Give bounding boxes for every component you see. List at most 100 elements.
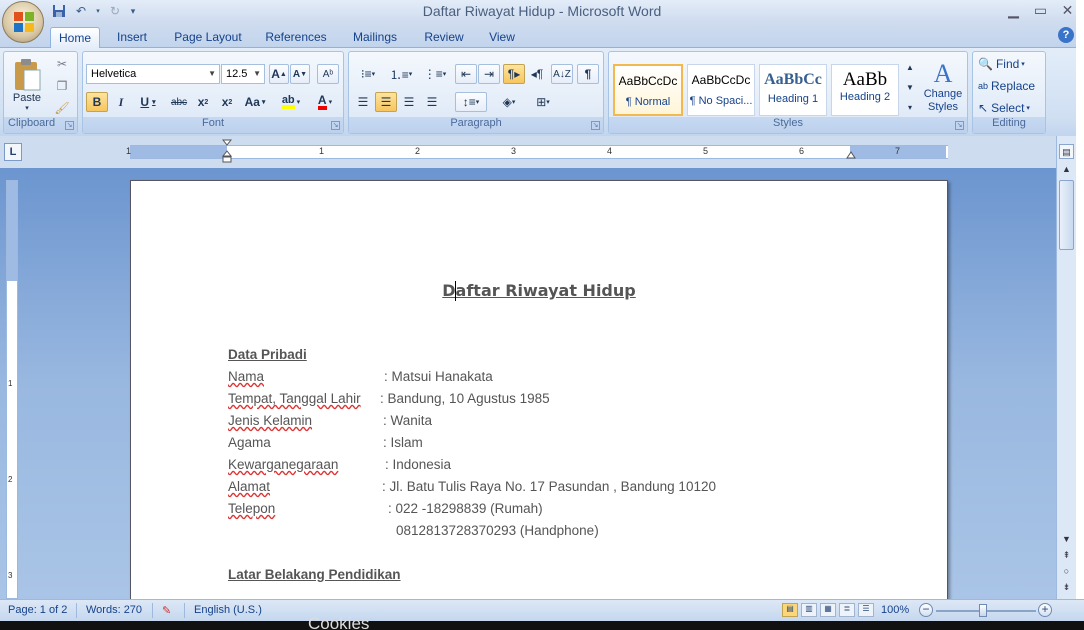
style-normal[interactable]: AaBbCcDc ¶ Normal: [613, 64, 683, 116]
align-left-button[interactable]: ☰: [352, 92, 374, 112]
document-page[interactable]: Daftar Riwayat Hidup Data Pribadi Nama :…: [130, 180, 948, 620]
cut-button[interactable]: ✂: [52, 54, 72, 74]
shading-button[interactable]: ◈ ▾: [493, 92, 525, 112]
tab-selector-button[interactable]: L: [4, 143, 22, 161]
show-formatting-button[interactable]: ¶: [577, 64, 599, 84]
styles-scroll-down-icon[interactable]: ▼: [903, 78, 917, 96]
borders-button[interactable]: ⊞ ▾: [527, 92, 559, 112]
undo-icon[interactable]: ↶: [72, 3, 90, 19]
previous-page-icon[interactable]: ⇞: [1059, 548, 1074, 563]
field-value: : Bandung, 10 Agustus 1985: [380, 391, 550, 406]
grow-font-button[interactable]: A ▲: [269, 64, 289, 84]
font-name-combo[interactable]: Helvetica ▼: [86, 64, 220, 84]
select-button[interactable]: ↖ Select ▾: [977, 98, 1043, 118]
bold-button[interactable]: B: [86, 92, 108, 112]
justify-button[interactable]: ☰: [421, 92, 443, 112]
chevron-down-icon: ▼: [253, 69, 261, 78]
office-button[interactable]: [2, 1, 44, 43]
maximize-button[interactable]: ▭: [1028, 0, 1053, 20]
zoom-in-icon[interactable]: +: [1038, 603, 1052, 617]
align-right-button[interactable]: ☰: [398, 92, 420, 112]
strikethrough-button[interactable]: abc: [167, 92, 191, 112]
line-spacing-button[interactable]: ↕≡ ▾: [455, 92, 487, 112]
full-screen-reading-icon[interactable]: ▥: [801, 603, 817, 617]
style-heading-1[interactable]: AaBbCc Heading 1: [759, 64, 827, 116]
subscript-button[interactable]: x2: [192, 92, 214, 112]
rtl-button[interactable]: ◂¶: [526, 64, 548, 84]
paragraph-launcher-icon[interactable]: ↘: [591, 121, 600, 130]
scroll-down-icon[interactable]: ▼: [1059, 532, 1074, 547]
help-icon[interactable]: ?: [1058, 27, 1074, 43]
vertical-ruler[interactable]: 1 2 3: [6, 180, 18, 599]
title-bar: Daftar Riwayat Hidup - Microsoft Word ↶ …: [0, 0, 1084, 22]
right-indent-marker-icon[interactable]: [846, 148, 856, 160]
copy-button[interactable]: ❐: [52, 76, 72, 96]
bullets-button[interactable]: ⁝≡ ▾: [352, 64, 384, 84]
web-layout-icon[interactable]: ▦: [820, 603, 836, 617]
save-icon[interactable]: [50, 3, 68, 19]
highlight-button[interactable]: ab ▾: [275, 92, 307, 112]
clear-formatting-button[interactable]: Aᵇ: [317, 64, 339, 84]
scroll-up-icon[interactable]: ▲: [1059, 162, 1074, 177]
style-heading-2[interactable]: AaBb Heading 2: [831, 64, 899, 116]
font-launcher-icon[interactable]: ↘: [331, 121, 340, 130]
outline-view-icon[interactable]: ≣: [839, 603, 855, 617]
tab-insert[interactable]: Insert: [108, 27, 156, 48]
font-color-button[interactable]: A ▾: [309, 92, 341, 112]
sort-button[interactable]: A↓Z: [551, 64, 573, 84]
tab-mailings[interactable]: Mailings: [344, 27, 406, 48]
page-count[interactable]: Page: 1 of 2: [8, 604, 67, 616]
ruler-number: 7: [895, 146, 901, 156]
find-button[interactable]: 🔍 Find ▾: [977, 54, 1043, 74]
replace-button[interactable]: ab Replace: [977, 76, 1043, 96]
italic-button[interactable]: I: [110, 92, 132, 112]
proofing-icon[interactable]: ✎: [162, 604, 171, 617]
tab-review[interactable]: Review: [418, 27, 470, 48]
indent-marker-icon[interactable]: [221, 139, 233, 163]
word-count[interactable]: Words: 270: [86, 604, 142, 616]
view-ruler-icon[interactable]: ▤: [1059, 144, 1074, 159]
vertical-scrollbar[interactable]: ▤ ▲ ▼ ⇞ ○ ⇟: [1056, 136, 1076, 599]
print-layout-view-icon[interactable]: ▤: [782, 603, 798, 617]
tab-references[interactable]: References: [260, 27, 332, 48]
office-logo-icon: [14, 12, 34, 32]
language[interactable]: English (U.S.): [194, 604, 262, 616]
font-size-combo[interactable]: 12.5 ▼: [221, 64, 265, 84]
ltr-button[interactable]: ¶▸: [503, 64, 525, 84]
zoom-slider-thumb[interactable]: [979, 604, 987, 617]
styles-launcher-icon[interactable]: ↘: [955, 121, 964, 130]
paste-button[interactable]: Paste ▾: [6, 54, 48, 116]
horizontal-ruler[interactable]: 1 1 2 3 4 5 6 7: [126, 139, 948, 163]
style-no-spacing[interactable]: AaBbCcDc ¶ No Spaci...: [687, 64, 755, 116]
align-center-button[interactable]: ☰: [375, 92, 397, 112]
tab-page-layout[interactable]: Page Layout: [168, 27, 248, 48]
tab-view[interactable]: View: [482, 27, 522, 48]
zoom-out-icon[interactable]: −: [919, 603, 933, 617]
minimize-button[interactable]: ▁: [1001, 0, 1026, 20]
decrease-indent-button[interactable]: ⇤: [455, 64, 477, 84]
scroll-thumb[interactable]: [1059, 180, 1074, 250]
draft-view-icon[interactable]: ☰: [858, 603, 874, 617]
style-name: Heading 2: [839, 91, 891, 103]
styles-more-icon[interactable]: ▾: [903, 98, 917, 116]
redo-icon[interactable]: ↻: [106, 3, 124, 19]
field-label: Alamat: [228, 479, 271, 494]
shrink-font-button[interactable]: A ▼: [290, 64, 310, 84]
underline-button[interactable]: U ▾: [133, 92, 163, 112]
style-name: ¶ No Spaci...: [689, 95, 753, 107]
increase-indent-button[interactable]: ⇥: [478, 64, 500, 84]
customize-qat-icon[interactable]: ▾: [128, 3, 138, 19]
undo-dropdown-icon[interactable]: ▾: [94, 3, 102, 19]
numbering-button[interactable]: ⒈≡ ▾: [385, 64, 417, 84]
select-browse-object-icon[interactable]: ○: [1059, 564, 1074, 579]
change-case-button[interactable]: Aa ▾: [240, 92, 270, 112]
multilevel-list-button[interactable]: ⋮≡ ▾: [419, 64, 451, 84]
next-page-icon[interactable]: ⇟: [1059, 580, 1074, 595]
change-styles-button[interactable]: A Change Styles: [919, 56, 967, 118]
format-painter-button[interactable]: 🖌: [52, 98, 72, 118]
superscript-button[interactable]: x2: [216, 92, 238, 112]
zoom-level[interactable]: 100%: [881, 604, 909, 616]
tab-home[interactable]: Home: [50, 27, 100, 49]
clipboard-launcher-icon[interactable]: ↘: [65, 121, 74, 130]
styles-scroll-up-icon[interactable]: ▲: [903, 58, 917, 76]
